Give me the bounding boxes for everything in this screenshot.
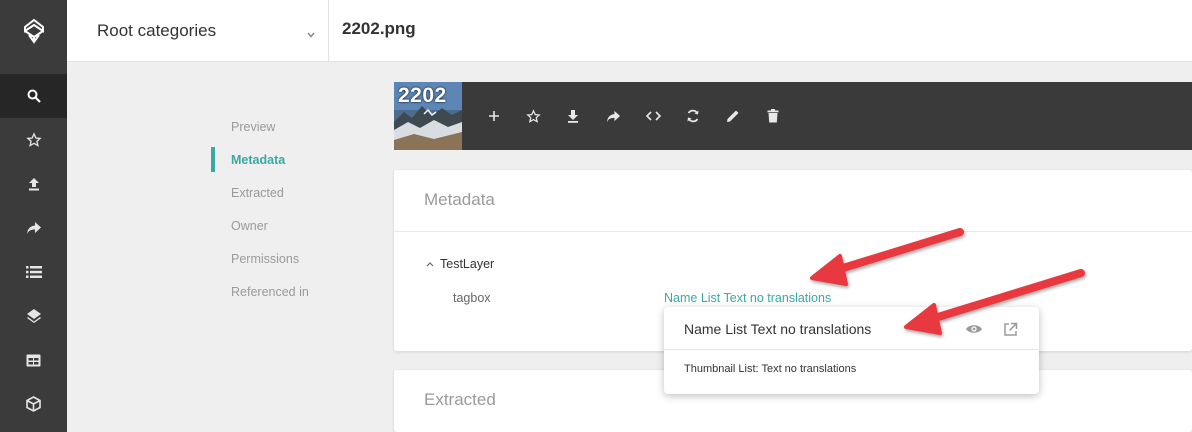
rail-table-icon[interactable] <box>0 338 67 382</box>
field-value-link[interactable]: Name List Text no translations <box>664 291 831 305</box>
favorite-icon[interactable] <box>521 104 545 128</box>
popover-divider <box>664 349 1039 350</box>
delete-icon[interactable] <box>761 104 785 128</box>
popover-title: Name List Text no translations <box>684 321 872 337</box>
share-icon[interactable] <box>601 104 625 128</box>
asset-thumbnail[interactable]: 2202 <box>394 82 462 150</box>
nav-preview[interactable]: Preview <box>211 110 351 143</box>
asset-toolbar: 2202 <box>394 82 1192 150</box>
metadata-title: Metadata <box>424 190 495 209</box>
field-label: tagbox <box>453 291 491 305</box>
value-popover: Name List Text no translations Thumbnail… <box>664 307 1039 394</box>
rail-star-icon[interactable] <box>0 118 67 162</box>
rail-share-icon[interactable] <box>0 206 67 250</box>
rail-search-icon[interactable] <box>0 74 67 118</box>
section-nav: Preview Metadata Extracted Owner Permiss… <box>211 110 351 308</box>
layer-label: TestLayer <box>440 257 495 271</box>
embed-code-icon[interactable] <box>641 104 665 128</box>
open-external-icon[interactable] <box>1001 320 1019 338</box>
file-title: 2202.png <box>342 19 416 38</box>
thumbnail-label: 2202 <box>398 84 447 107</box>
download-icon[interactable] <box>561 104 585 128</box>
rail-cube-icon[interactable] <box>0 382 67 426</box>
rail-layers-icon[interactable] <box>0 294 67 338</box>
edit-icon[interactable] <box>721 104 745 128</box>
category-select[interactable]: Root categories <box>67 0 329 62</box>
nav-extracted[interactable]: Extracted <box>211 176 351 209</box>
refresh-icon[interactable] <box>681 104 705 128</box>
popover-description: Thumbnail List: Text no translations <box>684 363 857 375</box>
extracted-title: Extracted <box>424 390 496 409</box>
nav-owner[interactable]: Owner <box>211 209 351 242</box>
layer-toggle[interactable]: TestLayer <box>426 257 494 271</box>
view-eye-icon[interactable] <box>965 320 983 338</box>
nav-permissions[interactable]: Permissions <box>211 242 351 275</box>
rail-upload-icon[interactable] <box>0 162 67 206</box>
app-logo-icon[interactable] <box>0 0 67 62</box>
chevron-down-icon <box>306 26 316 44</box>
nav-referenced-in[interactable]: Referenced in <box>211 275 351 308</box>
divider <box>394 231 1192 232</box>
chevron-up-icon <box>426 262 434 267</box>
nav-metadata[interactable]: Metadata <box>211 143 351 176</box>
add-icon[interactable] <box>482 104 506 128</box>
left-rail <box>0 0 67 432</box>
category-select-label: Root categories <box>97 21 217 40</box>
top-header: Root categories 2202.png <box>67 0 1192 62</box>
rail-list-icon[interactable] <box>0 250 67 294</box>
